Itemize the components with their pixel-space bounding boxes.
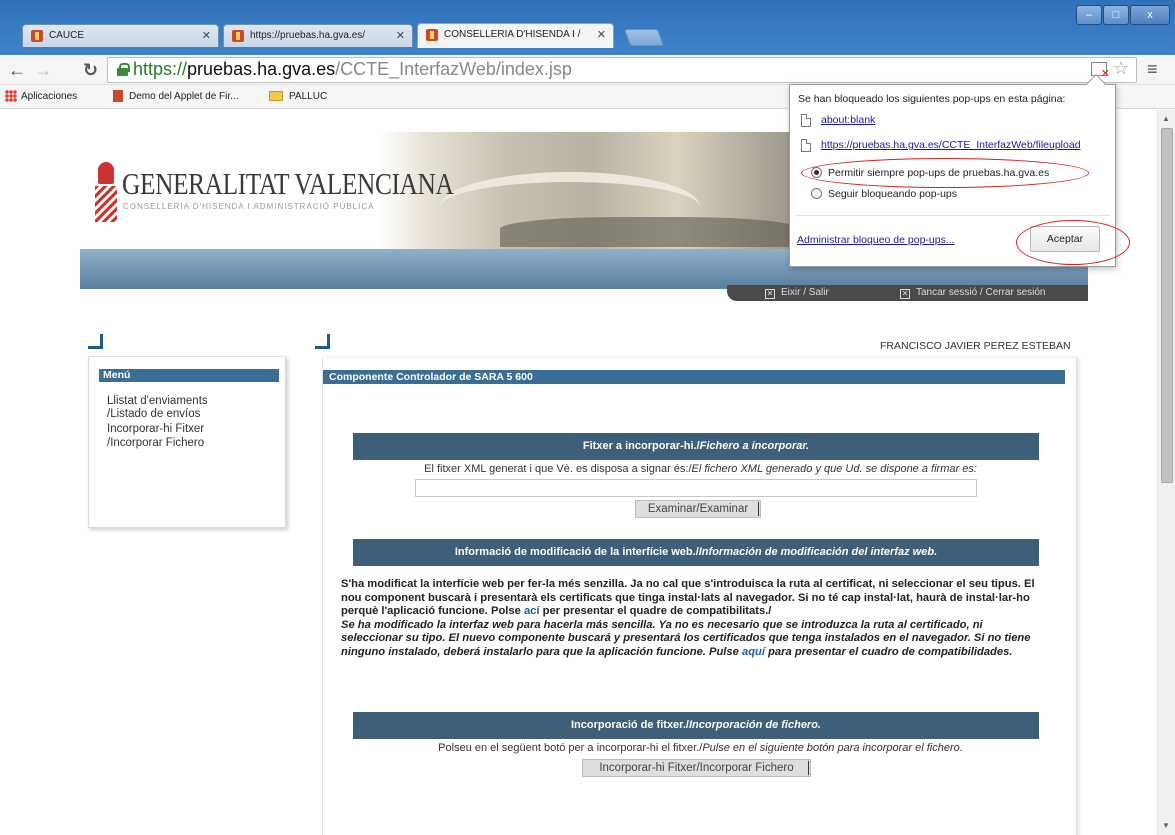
new-tab-button[interactable] — [623, 29, 665, 46]
section-title-es: Incorporación de fichero. — [688, 719, 821, 731]
tab-close-icon[interactable]: ✕ — [202, 29, 211, 42]
back-arrow-icon[interactable]: ← — [8, 60, 26, 80]
bookmark-demo-applet[interactable]: Demo del Applet de Fir... — [129, 91, 239, 102]
tab-close-icon[interactable]: ✕ — [597, 28, 606, 41]
tab-close-icon[interactable]: ✕ — [396, 29, 405, 42]
scroll-thumb[interactable] — [1161, 128, 1173, 483]
blocked-link-about-blank[interactable]: about:blank — [821, 114, 875, 126]
close-session-label: Tancar sessió / Cerrar sesión — [916, 287, 1046, 298]
menu-item-incorporar-fichero-es[interactable]: /Incorporar Fichero — [107, 437, 204, 449]
desc-es: Pulse en el siguiente botón para incorpo… — [702, 742, 963, 754]
tab-title: CAUCE — [49, 30, 85, 41]
arrow-decoration-icon — [88, 334, 103, 349]
close-box-icon: ✕ — [900, 289, 910, 299]
vertical-scrollbar[interactable]: ▲ ▼ — [1157, 110, 1175, 835]
incorporacion-description: Polseu en el següent botó per a incorpor… — [323, 742, 1078, 754]
apps-grid-icon — [5, 90, 17, 102]
favicon-icon — [426, 29, 438, 41]
section-incorporacion-header: Incorporació de fitxer./Incorporación de… — [353, 712, 1039, 739]
tab-conselleria[interactable]: CONSELLERIA D'HISENDA I / ✕ — [417, 23, 614, 48]
maximize-button[interactable]: □ — [1103, 5, 1129, 25]
browser-menu-icon[interactable]: ≡ — [1147, 59, 1158, 80]
examinar-button[interactable]: Examinar/Examinar — [635, 500, 761, 518]
tab-pruebas[interactable]: https://pruebas.ha.gva.es/ ✕ — [223, 24, 413, 47]
session-bar: ✕ Eixir / Salir ✕ Tancar sessió / Cerrar s… — [727, 285, 1088, 301]
desc-val: Polseu en el següent botó per a incorpor… — [438, 742, 703, 754]
minimize-button[interactable]: – — [1076, 5, 1102, 25]
favicon-icon — [113, 90, 123, 102]
close-session-link[interactable]: ✕ Tancar sessió / Cerrar sesión — [900, 287, 1046, 299]
main-title: Componente Controlador de SARA 5 600 — [323, 370, 1065, 384]
annotation-ring-allow — [801, 158, 1089, 188]
menu-title: Menú — [99, 369, 279, 382]
tab-title: CONSELLERIA D'HISENDA I / — [444, 29, 581, 40]
section-title-val: Incorporació de fitxer./ — [570, 719, 689, 731]
bookmark-aplicaciones[interactable]: Aplicaciones — [21, 91, 77, 102]
logo-title: GENERALITAT VALENCIANA — [122, 166, 454, 201]
logo-subtitle: CONSELLERIA D'HISENDA I ADMINISTRACIÓ PÚ… — [123, 202, 375, 211]
url-path: /CCTE_InterfazWeb/index.jsp — [335, 59, 572, 79]
folder-icon — [269, 91, 283, 101]
page-icon — [801, 114, 811, 127]
section-title-val: Informació de modificació de la interfíc… — [454, 546, 699, 558]
menu-item-listado-envios[interactable]: Llistat d'enviaments — [107, 395, 208, 407]
annotation-ring-accept — [1016, 220, 1130, 265]
close-window-button[interactable]: x — [1130, 5, 1170, 25]
arrow-decoration-icon — [315, 334, 330, 349]
tab-title: https://pruebas.ha.gva.es/ — [250, 30, 366, 41]
scroll-up-icon[interactable]: ▲ — [1162, 114, 1170, 123]
compat-link-es[interactable]: aquí — [742, 646, 765, 658]
lock-icon — [117, 63, 130, 76]
incorporar-fichero-button[interactable]: Incorporar-hi Fitxer/Incorporar Fichero — [582, 759, 811, 777]
para-es-2: para presentar el cuadro de compatibilid… — [764, 645, 1013, 658]
section-title-val: Fitxer a incorporar-hi./ — [582, 440, 700, 452]
favicon-icon — [232, 30, 244, 42]
exit-link[interactable]: ✕ Eixir / Salir — [765, 287, 829, 299]
fichero-description: El fitxer XML generat i que Vè. es dispo… — [323, 463, 1078, 475]
desc-val: El fitxer XML generat i que Vè. es dispo… — [424, 463, 692, 475]
section-fichero-header: Fitxer a incorporar-hi./Fichero a incorp… — [353, 433, 1039, 460]
favicon-icon — [31, 30, 43, 42]
tab-cauce[interactable]: CAUCE ✕ — [22, 24, 219, 47]
url-scheme: https:// — [133, 59, 188, 79]
close-box-icon: ✕ — [765, 289, 775, 299]
popup-blocked-icon[interactable] — [1091, 62, 1110, 80]
block-option-label[interactable]: Seguir bloqueando pop-ups — [828, 188, 957, 200]
menu-item-incorporar-fichero[interactable]: Incorporar-hi Fitxer — [107, 423, 204, 435]
reload-icon[interactable]: ↻ — [83, 60, 98, 80]
url-text[interactable]: https://pruebas.ha.gva.es/CCTE_InterfazW… — [133, 59, 572, 80]
info-paragraph: S'ha modificat la interfície web per fer… — [341, 578, 1047, 660]
scroll-down-icon[interactable]: ▼ — [1162, 821, 1170, 830]
para-val-2: per presentar el quadre de compatibilita… — [539, 605, 772, 618]
manage-popups-link[interactable]: Administrar bloqueo de pop-ups... — [797, 234, 955, 246]
generalitat-emblem-icon — [95, 162, 119, 224]
blocked-link-fileupload[interactable]: https://pruebas.ha.gva.es/CCTE_InterfazW… — [821, 139, 1081, 151]
side-menu: Menú Llistat d'enviaments /Listado de en… — [88, 356, 286, 528]
section-info-header: Informació de modificació de la interfíc… — [353, 539, 1039, 566]
popup-message: Se han bloqueado los siguientes pop-ups … — [798, 93, 1066, 105]
user-name: FRANCISCO JAVIER PEREZ ESTEBAN — [880, 340, 1071, 352]
url-host: pruebas.ha.gva.es — [187, 59, 336, 79]
main-panel: Componente Controlador de SARA 5 600 Fit… — [322, 358, 1077, 835]
desc-es: El fichero XML generado y que Ud. se dis… — [691, 463, 977, 475]
section-title-es: Información de modificación del interfaz… — [698, 546, 938, 558]
compat-link-val[interactable]: ací — [524, 605, 540, 617]
section-title-es: Fichero a incorporar. — [699, 440, 810, 452]
menu-item-listado-envios-es[interactable]: /Listado de envíos — [107, 408, 200, 420]
bookmark-palluc[interactable]: PALLUC — [289, 91, 327, 102]
page-icon — [801, 139, 811, 152]
forward-arrow-icon[interactable]: → — [34, 60, 52, 80]
exit-label: Eixir / Salir — [781, 287, 829, 298]
bookmark-star-icon[interactable]: ☆ — [1113, 58, 1129, 79]
block-radio[interactable] — [811, 188, 822, 199]
file-path-input[interactable] — [415, 479, 977, 497]
